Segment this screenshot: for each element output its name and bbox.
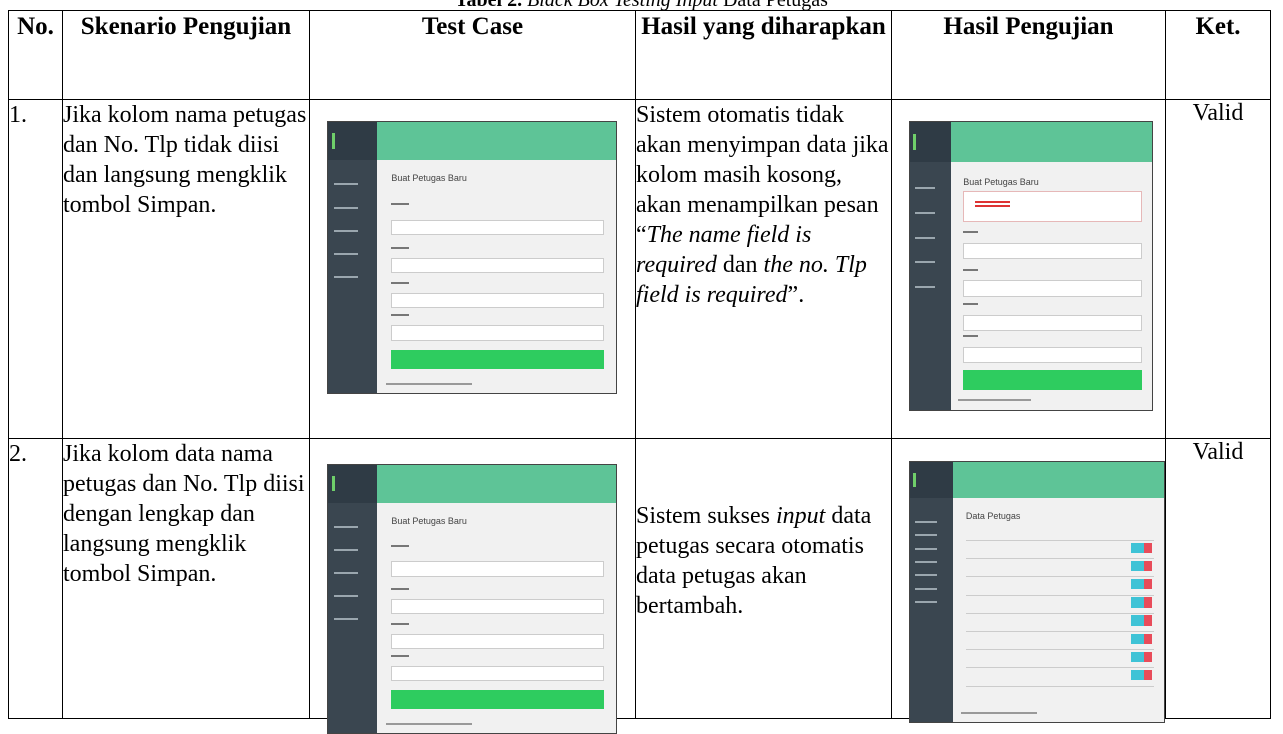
test-case-screenshot: Buat Petugas Baru	[327, 464, 617, 734]
result-screenshot: Data Petugas	[909, 461, 1165, 723]
result-screenshot: Buat Petugas Baru	[909, 121, 1153, 411]
test-case-cell: Buat Petugas Baru	[309, 99, 636, 439]
screen-title: Data Petugas	[965, 511, 1021, 522]
header-result: Hasil Pengujian	[891, 10, 1166, 100]
row-number: 1.	[8, 99, 63, 439]
test-table: No. Skenario Pengujian Test Case Hasil y…	[8, 10, 1271, 734]
result-cell: Data Petugas	[891, 438, 1166, 723]
test-case-screenshot: Buat Petugas Baru	[327, 121, 617, 394]
expected-cell: Sistem otomatis tidak akan menyimpan dat…	[635, 99, 892, 439]
header-scenario: Skenario Pengujian	[62, 10, 310, 100]
table-row: 2. Jika kolom data nama petugas dan No. …	[8, 438, 1271, 734]
scenario-cell: Jika kolom data nama petugas dan No. Tlp…	[62, 438, 310, 719]
ket-cell: Valid	[1165, 438, 1271, 719]
screen-title: Buat Petugas Baru	[963, 176, 1039, 187]
header-test-case: Test Case	[309, 10, 636, 100]
header-no: No.	[8, 10, 63, 100]
result-cell: Buat Petugas Baru	[891, 99, 1166, 439]
table-row: 1. Jika kolom nama petugas dan No. Tlp t…	[8, 99, 1271, 439]
header-expected: Hasil yang diharapkan	[635, 10, 892, 100]
header-row: No. Skenario Pengujian Test Case Hasil y…	[8, 10, 1271, 100]
row-number: 2.	[8, 438, 63, 719]
expected-cell: Sistem sukses input data petugas secara …	[635, 438, 892, 719]
test-case-cell: Buat Petugas Baru	[309, 438, 636, 734]
screen-title: Buat Petugas Baru	[391, 515, 467, 526]
screen-title: Buat Petugas Baru	[391, 173, 467, 184]
header-ket: Ket.	[1165, 10, 1271, 100]
ket-cell: Valid	[1165, 99, 1271, 439]
scenario-cell: Jika kolom nama petugas dan No. Tlp tida…	[62, 99, 310, 439]
